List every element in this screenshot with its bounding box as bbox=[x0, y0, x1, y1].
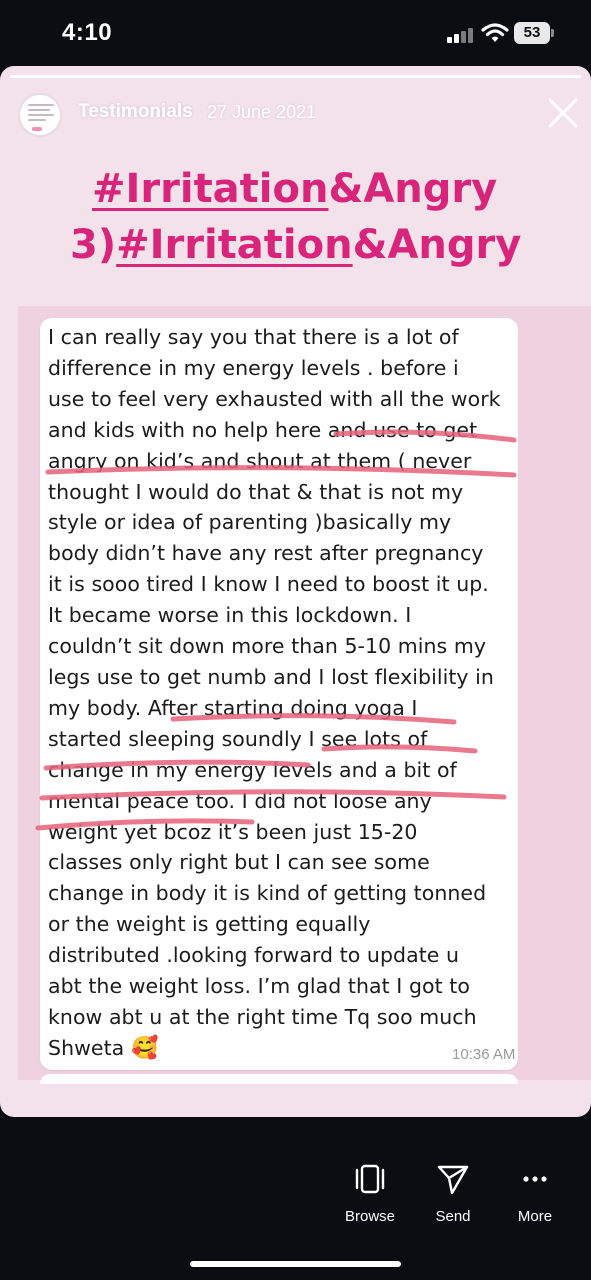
bottom-action-bar: Browse Send More bbox=[0, 1117, 591, 1280]
cellular-signal-icon bbox=[447, 27, 475, 43]
message-line: my body. After starting doing yoga I bbox=[48, 695, 418, 720]
browse-button[interactable]: Browse bbox=[330, 1161, 410, 1231]
message-line: legs use to get numb and I lost flexibil… bbox=[48, 664, 494, 689]
message-line: It became worse in this lockdown. I bbox=[48, 603, 412, 628]
message-line: change in my energy levels and a bit of bbox=[48, 757, 457, 782]
browse-icon bbox=[355, 1164, 385, 1194]
message-line: change in body it is kind of getting ton… bbox=[48, 881, 487, 906]
message-line: difference in my energy levels . before … bbox=[48, 355, 459, 380]
battery-icon: 53 bbox=[514, 22, 550, 44]
next-message-bubble bbox=[40, 1074, 518, 1084]
message-line: body didn’t have any rest after pregnanc… bbox=[48, 541, 484, 566]
send-label: Send bbox=[435, 1208, 471, 1225]
avatar[interactable] bbox=[18, 93, 62, 137]
more-button[interactable]: More bbox=[495, 1161, 575, 1231]
headline-tag-2: #Irritation bbox=[116, 222, 353, 268]
message-line: know abt u at the right time Tq soo much bbox=[48, 1004, 477, 1029]
headline-line-2: 3)#Irritation&Angry bbox=[70, 222, 521, 268]
headline-tag-1: #Irritation bbox=[92, 166, 329, 212]
wifi-icon bbox=[481, 23, 509, 42]
smiling-face-with-hearts-emoji: 🥰 bbox=[124, 1035, 159, 1061]
message-text: I can really say you that there is a lot… bbox=[48, 322, 520, 1065]
message-line: or the weight is getting equally bbox=[48, 912, 371, 937]
story-header: Testimonials 27 June 2021 bbox=[0, 66, 591, 146]
message-bubble: I can really say you that there is a lot… bbox=[40, 318, 518, 1070]
status-time: 4:10 bbox=[62, 19, 113, 46]
message-line: classes only right but I can see some bbox=[48, 850, 430, 875]
story-viewer[interactable]: Testimonials 27 June 2021 #Irritation&An… bbox=[0, 66, 591, 1117]
message-line: and kids with no help here and use to ge… bbox=[48, 417, 478, 442]
message-line: style or idea of parenting )basically my bbox=[48, 510, 452, 535]
message-line: I can really say you that there is a lot… bbox=[48, 325, 459, 349]
battery-nub bbox=[551, 29, 554, 37]
message-line: abt the weight loss. I’m glad that I got… bbox=[48, 974, 470, 999]
message-line: weight yet bcoz it’s been just 15-20 bbox=[48, 819, 418, 844]
message-line: Shweta 🥰 bbox=[48, 1035, 159, 1061]
account-name[interactable]: Testimonials bbox=[78, 101, 193, 123]
send-button[interactable]: Send bbox=[413, 1161, 493, 1231]
headline-prefix-2: 3) bbox=[70, 222, 117, 268]
message-line: angry on kid’s and shout at them ( never bbox=[48, 448, 472, 473]
send-icon bbox=[437, 1165, 469, 1195]
chat-screenshot: I can really say you that there is a lot… bbox=[18, 306, 591, 1084]
message-line: use to feel very exhausted with all the … bbox=[48, 386, 501, 411]
message-line: distributed .looking forward to update u bbox=[48, 943, 460, 968]
headline-rest-1: &Angry bbox=[328, 166, 498, 212]
message-line: couldn’t sit down more than 5-10 mins my bbox=[48, 634, 487, 659]
story-date: 27 June 2021 bbox=[207, 102, 317, 122]
message-line: it is sooo tired I know I need to boost … bbox=[48, 572, 489, 597]
headline-line-1: #Irritation&Angry bbox=[92, 166, 497, 212]
browse-label: Browse bbox=[344, 1208, 396, 1225]
message-line: mental peace too. I did not loose any bbox=[48, 788, 432, 813]
status-bar: 4:10 53 bbox=[0, 0, 591, 66]
message-line: started sleeping soundly I see lots of bbox=[48, 726, 428, 751]
message-line: thought I would do that & that is not my bbox=[48, 479, 464, 504]
more-label: More bbox=[517, 1208, 553, 1225]
close-icon[interactable] bbox=[546, 96, 580, 130]
message-time: 10:36 AM bbox=[452, 1046, 516, 1063]
home-indicator[interactable] bbox=[190, 1261, 401, 1267]
headline-rest-2: &Angry bbox=[352, 222, 522, 268]
more-icon bbox=[523, 1176, 547, 1182]
